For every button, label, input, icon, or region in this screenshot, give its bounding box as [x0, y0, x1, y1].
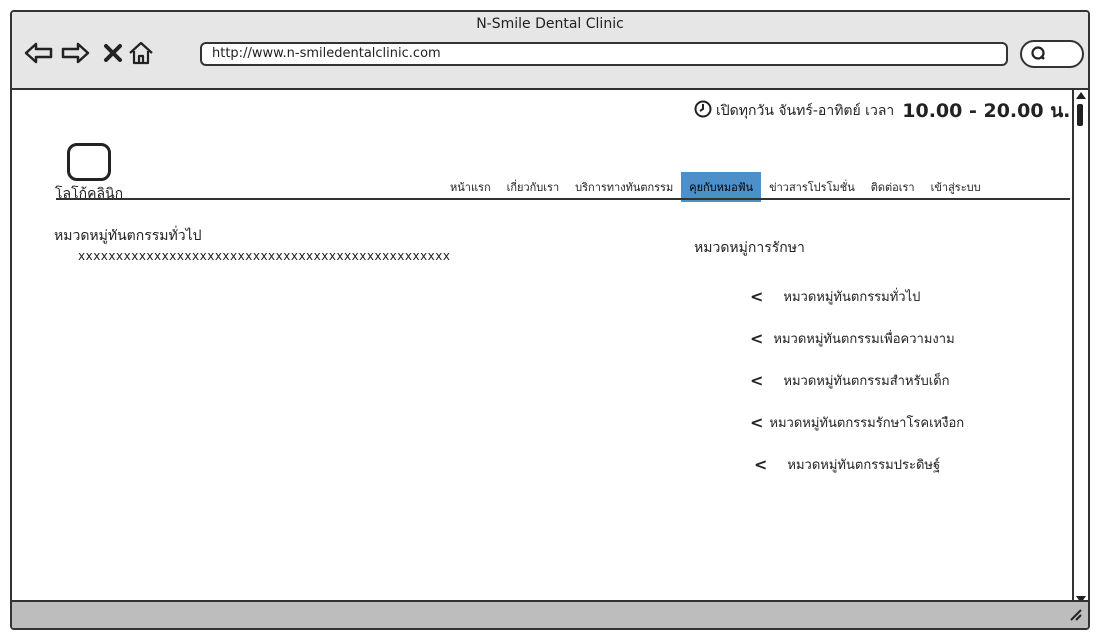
hours-text: เปิดทุกวัน จันทร์-อาทิตย์ เวลา	[716, 103, 895, 119]
search-button[interactable]	[1020, 40, 1084, 68]
page-content: เปิดทุกวัน จันทร์-อาทิตย์ เวลา 10.00 - 2…	[12, 90, 1076, 606]
category-item[interactable]: < หมวดหมู่ทันตกรรมทั่วไป	[750, 286, 920, 307]
forward-arrow-icon[interactable]	[60, 38, 90, 68]
chevron-left-icon: <	[750, 329, 764, 348]
chevron-left-icon: <	[754, 455, 768, 474]
browser-window: N-Smile Dental Clinic http://www.n-smile…	[10, 10, 1090, 630]
category-item[interactable]: < หมวดหมู่ทันตกรรมเพื่อความงาม	[750, 328, 955, 349]
close-icon[interactable]	[98, 38, 128, 68]
chevron-left-icon: <	[750, 413, 764, 432]
category-item[interactable]: < หมวดหมู่ทันตกรรมประดิษฐ์	[754, 454, 940, 475]
home-icon[interactable]	[126, 38, 156, 68]
logo-label: โลโก้คลินิก	[55, 186, 124, 202]
category-item-label: หมวดหมู่ทันตกรรมสำหรับเด็ก	[783, 374, 950, 389]
browser-toolbar: N-Smile Dental Clinic http://www.n-smile…	[12, 12, 1088, 90]
clock-icon	[694, 100, 712, 122]
vertical-scrollbar[interactable]	[1072, 90, 1088, 606]
opening-hours: เปิดทุกวัน จันทร์-อาทิตย์ เวลา 10.00 - 2…	[694, 96, 1070, 126]
category-item-label: หมวดหมู่ทันตกรรมทั่วไป	[783, 290, 921, 305]
address-bar[interactable]: http://www.n-smiledentalclinic.com	[200, 42, 1008, 66]
status-bar	[12, 600, 1088, 628]
clinic-logo[interactable]	[67, 143, 111, 181]
category-item-label: หมวดหมู่ทันตกรรมประดิษฐ์	[787, 458, 941, 473]
scroll-up-icon[interactable]	[1076, 92, 1086, 99]
section-title: หมวดหมู่ทันตกรรมทั่วไป	[54, 228, 202, 244]
resize-grip-icon[interactable]	[1068, 606, 1082, 625]
chevron-left-icon: <	[750, 371, 764, 390]
chevron-left-icon: <	[750, 287, 764, 306]
window-title: N-Smile Dental Clinic	[476, 16, 624, 32]
scroll-thumb[interactable]	[1077, 104, 1083, 126]
search-icon	[1030, 45, 1048, 67]
content-placeholder: xxxxxxxxxxxxxxxxxxxxxxxxxxxxxxxxxxxxxxxx…	[78, 249, 451, 263]
category-list-title: หมวดหมู่การรักษา	[694, 240, 805, 256]
category-item-label: หมวดหมู่ทันตกรรมรักษาโรคเหงือก	[769, 416, 965, 431]
header-divider	[56, 198, 1070, 200]
category-item[interactable]: < หมวดหมู่ทันตกรรมรักษาโรคเหงือก	[750, 412, 964, 433]
hours-time: 10.00 - 20.00 น.	[902, 100, 1071, 122]
back-arrow-icon[interactable]	[24, 38, 54, 68]
category-item[interactable]: < หมวดหมู่ทันตกรรมสำหรับเด็ก	[750, 370, 950, 391]
category-item-label: หมวดหมู่ทันตกรรมเพื่อความงาม	[773, 332, 955, 347]
